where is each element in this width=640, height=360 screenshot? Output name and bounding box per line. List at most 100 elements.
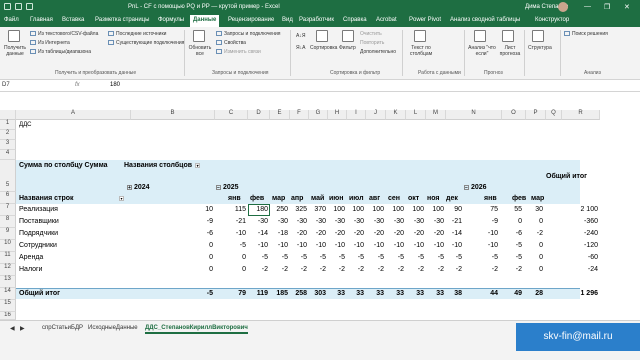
column-header[interactable]: I (347, 110, 366, 120)
column-header[interactable]: D (248, 110, 270, 120)
value-cell[interactable]: -360 (564, 218, 598, 225)
collapse-icon[interactable]: − (216, 184, 221, 190)
tab-file[interactable]: Файл (4, 17, 19, 23)
value-cell[interactable]: 10 (179, 206, 213, 213)
existing-connections-button[interactable]: Существующие подключения (108, 40, 184, 46)
month-header[interactable]: июл (349, 195, 364, 202)
row-label[interactable]: Подрядчики (19, 230, 58, 237)
column-header[interactable]: O (502, 110, 526, 120)
minimize-button[interactable]: — (584, 3, 591, 10)
value-cell[interactable]: -10 (428, 242, 462, 249)
month-header[interactable]: авг (369, 195, 380, 202)
sort-az-button[interactable]: А↓Я (296, 33, 305, 39)
name-box[interactable]: D7 (2, 82, 57, 91)
value-cell[interactable]: -5 (428, 254, 462, 261)
grand-total-row-label[interactable]: Общий итог (19, 290, 60, 297)
row-label[interactable]: Аренда (19, 254, 43, 261)
value-cell[interactable]: -9 (179, 218, 213, 225)
from-web-button[interactable]: Из Интернета (30, 40, 70, 46)
quick-access-toolbar[interactable] (4, 3, 33, 10)
value-cell[interactable]: -24 (564, 266, 598, 273)
pivot-row-caption[interactable]: Названия строк (19, 195, 74, 202)
column-header[interactable]: M (426, 110, 446, 120)
solver-button[interactable]: Поиск решения (564, 31, 608, 37)
month-header[interactable]: ноя (427, 195, 440, 202)
year-2024-header[interactable]: +2024 (127, 184, 150, 191)
row-header[interactable]: 15 (0, 300, 16, 312)
what-if-button[interactable]: Анализ "что если" (468, 45, 496, 57)
month-header[interactable]: май (311, 195, 324, 202)
tab-page-layout[interactable]: Разметка страницы (95, 17, 149, 23)
value-cell[interactable]: 0 (179, 254, 213, 261)
column-header[interactable]: A (16, 110, 131, 120)
sort-icon[interactable] (316, 30, 328, 42)
recent-sources-button[interactable]: Последние источники (108, 31, 166, 37)
value-cell[interactable]: 0 (179, 266, 213, 273)
month-header[interactable]: мар (531, 195, 544, 202)
save-icon[interactable] (15, 3, 22, 10)
tab-developer[interactable]: Разработчик (299, 17, 334, 23)
formula-input[interactable]: 180 (110, 82, 120, 88)
get-data-button[interactable]: Получить данные (3, 45, 27, 57)
value-cell[interactable]: 90 (428, 206, 462, 213)
year-2025-header[interactable]: −2025 (216, 184, 239, 191)
avatar[interactable] (558, 2, 568, 12)
refresh-all-button[interactable]: Обновить все (188, 45, 212, 57)
column-header[interactable]: L (406, 110, 426, 120)
sort-za-button[interactable]: Я↓А (296, 45, 305, 51)
fx-icon[interactable]: fx (75, 82, 80, 88)
row-header[interactable]: 16 (0, 312, 16, 320)
tab-acrobat[interactable]: Acrobat (376, 17, 397, 23)
select-all-corner[interactable] (0, 110, 16, 120)
row-header[interactable]: 10 (0, 240, 16, 252)
column-header[interactable]: F (290, 110, 309, 120)
undo-icon[interactable] (26, 3, 33, 10)
total-cell[interactable]: 28 (509, 290, 543, 297)
what-if-icon[interactable] (474, 30, 486, 42)
row-header[interactable]: 12 (0, 264, 16, 276)
tab-insert[interactable]: Вставка (62, 17, 84, 23)
pivot-column-caption[interactable]: Названия столбцов ▾ (124, 162, 201, 169)
from-csv-button[interactable]: Из текстового/CSV-файла (30, 31, 98, 37)
column-header[interactable]: K (386, 110, 406, 120)
row-header[interactable]: 4 (0, 150, 16, 160)
tab-review[interactable]: Рецензирование (228, 17, 274, 23)
column-header[interactable]: H (328, 110, 347, 120)
properties-button[interactable]: Свойства (216, 40, 246, 46)
tab-home[interactable]: Главная (30, 17, 53, 23)
row-header[interactable]: 13 (0, 276, 16, 288)
column-header[interactable]: N (446, 110, 502, 120)
filter-icon[interactable] (342, 30, 354, 42)
sheet-nav-prev[interactable]: ◀ (10, 325, 15, 332)
value-cell[interactable]: -6 (179, 230, 213, 237)
tab-formulas[interactable]: Формулы (158, 17, 184, 23)
month-header[interactable]: мар (272, 195, 285, 202)
column-header[interactable]: R (562, 110, 600, 120)
value-cell[interactable]: 0 (509, 266, 543, 273)
sheet-tab[interactable]: спрСтатьиБДР (42, 325, 83, 331)
filter-button[interactable]: Фильтр (339, 45, 356, 51)
row-header[interactable]: 1 (0, 120, 16, 130)
row-header[interactable]: 6 (0, 192, 16, 204)
value-cell[interactable]: 30 (509, 206, 543, 213)
value-cell[interactable]: -14 (428, 230, 462, 237)
row-header[interactable]: 2 (0, 130, 16, 140)
value-cell[interactable]: 0 (509, 242, 543, 249)
sheet-tab-active[interactable]: ДДС_СтепановКириллВикторович (145, 325, 248, 334)
year-2026-header[interactable]: −2026 (464, 184, 487, 191)
total-cell[interactable]: -5 (179, 290, 213, 297)
expand-icon[interactable]: + (127, 184, 132, 190)
value-cell[interactable]: -2 (509, 230, 543, 237)
text-to-columns-button[interactable]: Текст по столбцам (408, 45, 434, 57)
tab-pivot-analyze[interactable]: Анализ сводной таблицы (450, 17, 520, 23)
pivot-value-caption[interactable]: Сумма по столбцу Сумма (19, 162, 108, 169)
total-cell[interactable]: 38 (428, 290, 462, 297)
text-to-columns-icon[interactable] (414, 30, 426, 42)
forecast-sheet-button[interactable]: Лист прогноза (499, 45, 521, 57)
row-header[interactable]: 14 (0, 288, 16, 300)
tab-view[interactable]: Вид (282, 17, 293, 23)
sheet-nav-next[interactable]: ▶ (20, 325, 25, 332)
collapse-icon[interactable]: − (464, 184, 469, 190)
sort-button[interactable]: Сортировка (310, 45, 337, 51)
column-header[interactable]: J (366, 110, 386, 120)
